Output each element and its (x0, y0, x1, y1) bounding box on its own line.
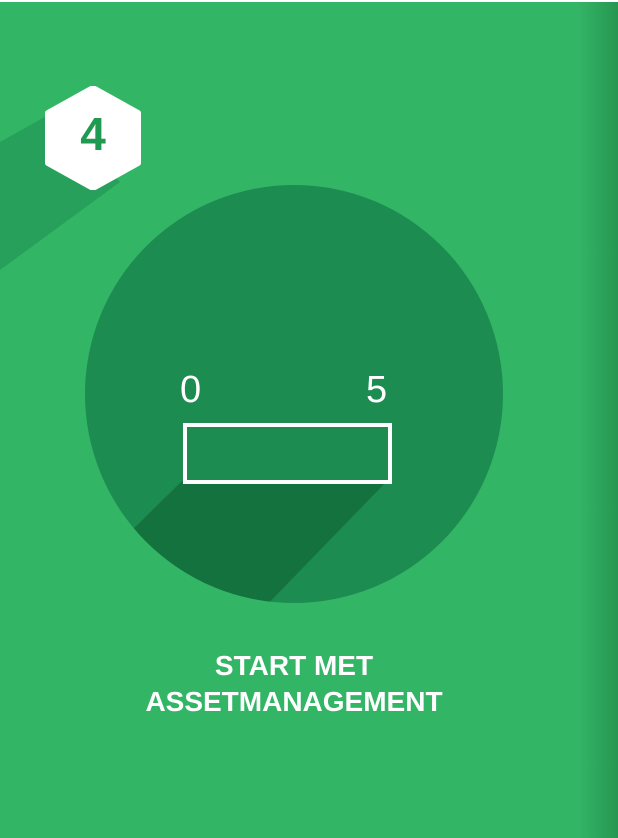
scale-min-label: 0 (180, 369, 202, 411)
card: 4 0 5 START MET ASSETMANAGEMENT (0, 2, 618, 838)
progress-box (183, 423, 392, 484)
scale-max-label: 5 (366, 369, 388, 411)
title-line-2: ASSETMANAGEMENT (145, 686, 443, 717)
title-line-1: START MET (214, 650, 374, 681)
card-title: START MET ASSETMANAGEMENT (0, 648, 588, 720)
